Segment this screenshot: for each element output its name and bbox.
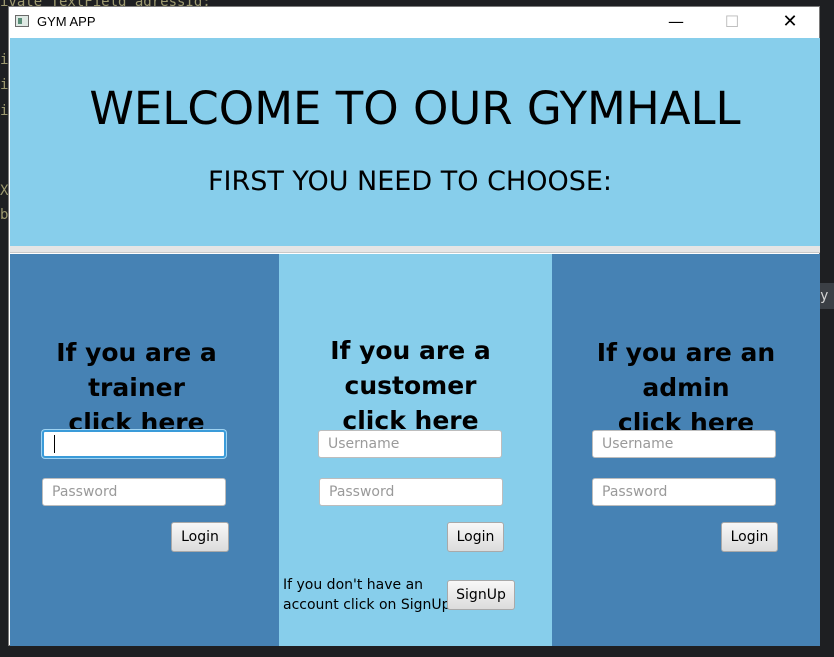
app-icon <box>15 15 29 27</box>
minimize-icon: — <box>668 12 684 31</box>
trainer-heading-line1: If you are a trainer <box>56 338 217 402</box>
admin-panel: If you are an admin click here Login <box>552 254 820 646</box>
text-caret <box>54 435 55 453</box>
trainer-username-input[interactable] <box>42 430 226 458</box>
header-section: WELCOME TO OUR GYMHALL FIRST YOU NEED TO… <box>10 38 820 246</box>
customer-username-input[interactable] <box>318 430 502 458</box>
admin-heading-line1: If you are an admin <box>596 338 776 402</box>
maximize-icon: ☐ <box>724 12 740 31</box>
background-code-line: X <box>0 183 8 199</box>
customer-login-button[interactable]: Login <box>447 522 504 552</box>
background-code-line: i <box>0 103 8 119</box>
signup-note: If you don't have an account click on Si… <box>283 575 455 615</box>
signup-note-line2: account click on SignUp: <box>283 597 456 613</box>
background-code-right: y <box>820 283 834 309</box>
trainer-password-input[interactable] <box>42 478 226 506</box>
trainer-panel: If you are a trainer click here Login <box>10 254 279 646</box>
close-button[interactable]: ✕ <box>767 7 813 37</box>
background-code-line: i <box>0 52 8 68</box>
customer-heading: If you are a customer click here <box>279 333 542 438</box>
trainer-heading: If you are a trainer click here <box>10 335 263 440</box>
customer-password-input[interactable] <box>319 478 503 506</box>
title-bar[interactable]: GYM APP — ☐ ✕ <box>9 7 819 37</box>
customer-heading-line1: If you are a customer <box>330 336 491 400</box>
customer-panel: If you are a customer click here Login I… <box>279 254 552 646</box>
app-window: GYM APP — ☐ ✕ WELCOME TO OUR GYMHALL FIR… <box>8 6 820 646</box>
admin-username-input[interactable] <box>592 430 776 458</box>
background-code-line: b <box>0 207 8 223</box>
admin-login-button[interactable]: Login <box>721 522 778 552</box>
welcome-title: WELCOME TO OUR GYMHALL <box>89 82 741 135</box>
admin-password-input[interactable] <box>592 478 776 506</box>
signup-button[interactable]: SignUp <box>447 580 515 610</box>
close-icon: ✕ <box>782 11 798 32</box>
trainer-login-button[interactable]: Login <box>171 522 229 552</box>
window-title: GYM APP <box>37 14 96 29</box>
background-code-line: i <box>0 77 8 93</box>
choose-subtitle: FIRST YOU NEED TO CHOOSE: <box>207 166 613 197</box>
admin-heading: If you are an admin click here <box>552 335 820 440</box>
maximize-button[interactable]: ☐ <box>709 7 755 37</box>
divider <box>10 246 820 253</box>
signup-note-line1: If you don't have an <box>283 577 424 593</box>
minimize-button[interactable]: — <box>653 7 699 37</box>
